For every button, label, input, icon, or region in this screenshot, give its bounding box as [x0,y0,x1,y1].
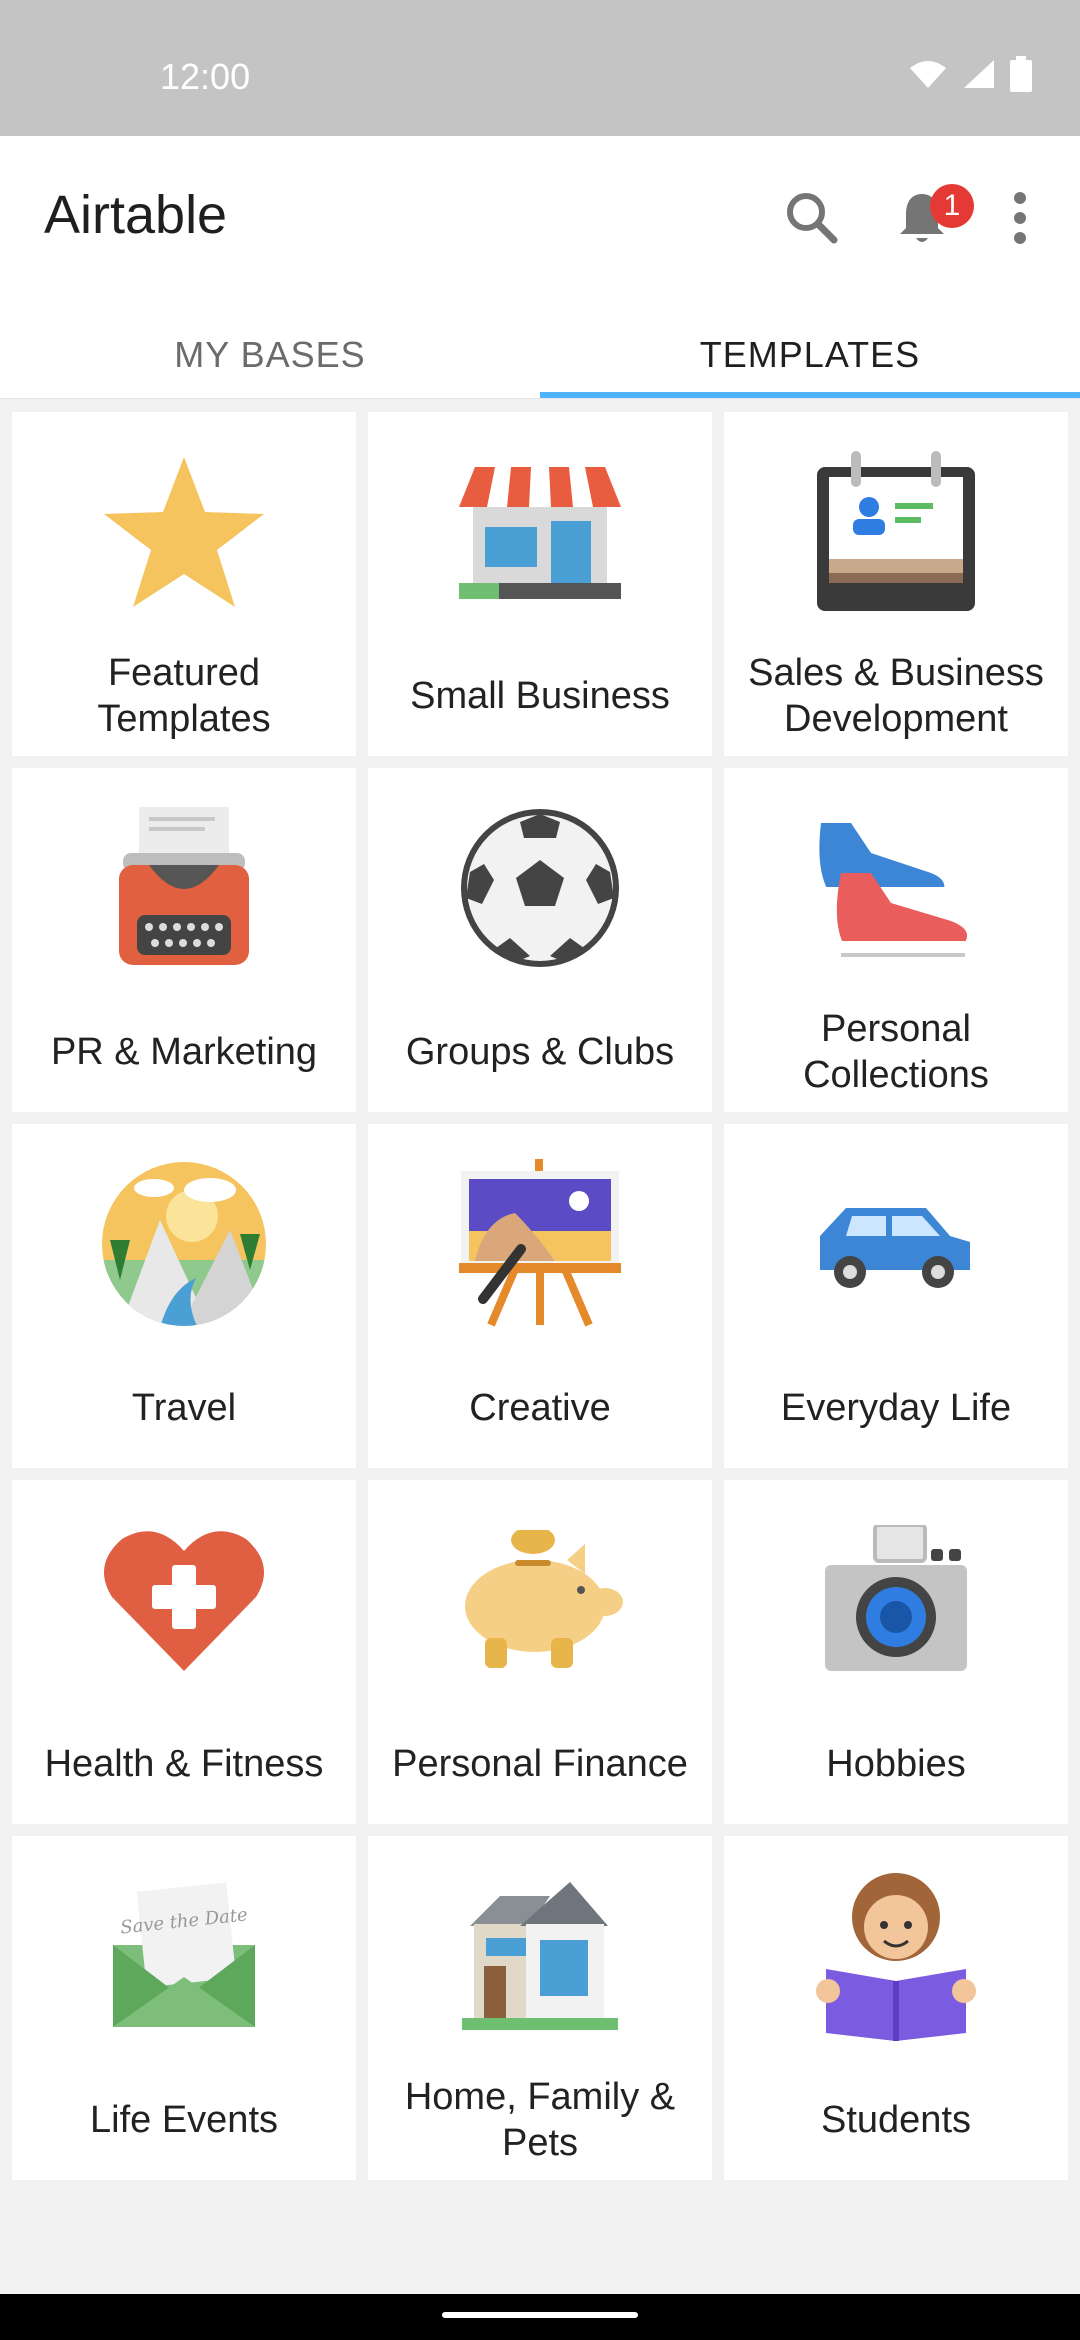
battery-icon [1010,56,1032,92]
category-pr-marketing[interactable]: PR & Marketing [12,768,356,1112]
category-featured-templates[interactable]: Featured Templates [12,412,356,756]
category-personal-finance[interactable]: Personal Finance [368,1480,712,1824]
student-reading-icon [816,1873,976,2041]
category-label: Home, Family & Pets [404,2076,676,2164]
app-bar: Airtable 1 MY BASES TEMPLATES [0,136,1080,399]
tab-templates[interactable]: TEMPLATES [540,306,1080,398]
heart-plus-icon [104,1531,264,1671]
category-label: Groups & Clubs [405,1031,675,1073]
status-bar: 12:00 [0,0,1080,136]
tab-indicator [540,392,1080,398]
category-life-events[interactable]: Save the Date Life Events [12,1836,356,2180]
tab-templates-label: TEMPLATES [699,334,921,375]
star-icon [104,457,264,607]
template-category-grid: Featured Templates Small Business Sales … [12,412,1068,2180]
category-label: Life Events [90,2099,278,2141]
easel-painting-icon [459,1159,621,1327]
category-everyday-life[interactable]: Everyday Life [724,1124,1068,1468]
category-students[interactable]: Students [724,1836,1068,2180]
tab-bar: MY BASES TEMPLATES [0,306,1080,398]
category-label: Hobbies [826,1743,966,1785]
category-label: Sales & Business Development [748,652,1044,740]
save-the-date-envelope-icon: Save the Date [113,1882,255,2027]
status-time: 12:00 [160,56,251,97]
category-travel[interactable]: Travel [12,1124,356,1468]
notifications-button[interactable]: 1 [880,176,974,260]
piggy-bank-icon [465,1530,623,1668]
storefront-icon [459,467,621,599]
category-label: Featured Templates [97,652,271,740]
category-label: Everyday Life [780,1387,1012,1429]
category-small-business[interactable]: Small Business [368,412,712,756]
wifi-icon [910,61,946,88]
sneakers-icon [819,823,968,957]
category-personal-collections[interactable]: Personal Collections [724,768,1068,1112]
contact-calendar-icon [817,451,975,611]
category-label: Travel [131,1387,237,1429]
navigation-bar [0,2294,1080,2340]
category-sales-business-development[interactable]: Sales & Business Development [724,412,1068,756]
tab-my-bases-label: MY BASES [174,334,366,375]
home-gesture-handle[interactable] [442,2312,638,2318]
category-label: Creative [469,1387,611,1429]
category-groups-clubs[interactable]: Groups & Clubs [368,768,712,1112]
app-title: Airtable [44,185,228,245]
signal-icon [964,60,994,88]
status-icons [908,56,1032,92]
notification-badge: 1 [930,184,974,228]
category-label: Students [821,2099,971,2141]
camera-icon [825,1525,967,1671]
category-label: Personal Collections [803,1008,989,1096]
mountain-landscape-icon [102,1162,266,1326]
search-icon [787,193,838,244]
category-label: PR & Marketing [50,1031,318,1073]
search-button[interactable] [770,176,854,260]
soccer-ball-icon [461,809,619,967]
overflow-menu-button[interactable] [978,176,1062,260]
car-icon [820,1208,970,1288]
category-label: Personal Finance [392,1743,688,1785]
category-health-fitness[interactable]: Health & Fitness [12,1480,356,1824]
house-icon [462,1882,618,2030]
category-creative[interactable]: Creative [368,1124,712,1468]
category-label: Small Business [410,675,670,717]
category-home-family-pets[interactable]: Home, Family & Pets [368,1836,712,2180]
category-hobbies[interactable]: Hobbies [724,1480,1068,1824]
tab-my-bases[interactable]: MY BASES [0,306,540,398]
category-label: Health & Fitness [44,1743,324,1785]
more-vert-icon [1014,192,1026,244]
typewriter-icon [119,807,249,965]
